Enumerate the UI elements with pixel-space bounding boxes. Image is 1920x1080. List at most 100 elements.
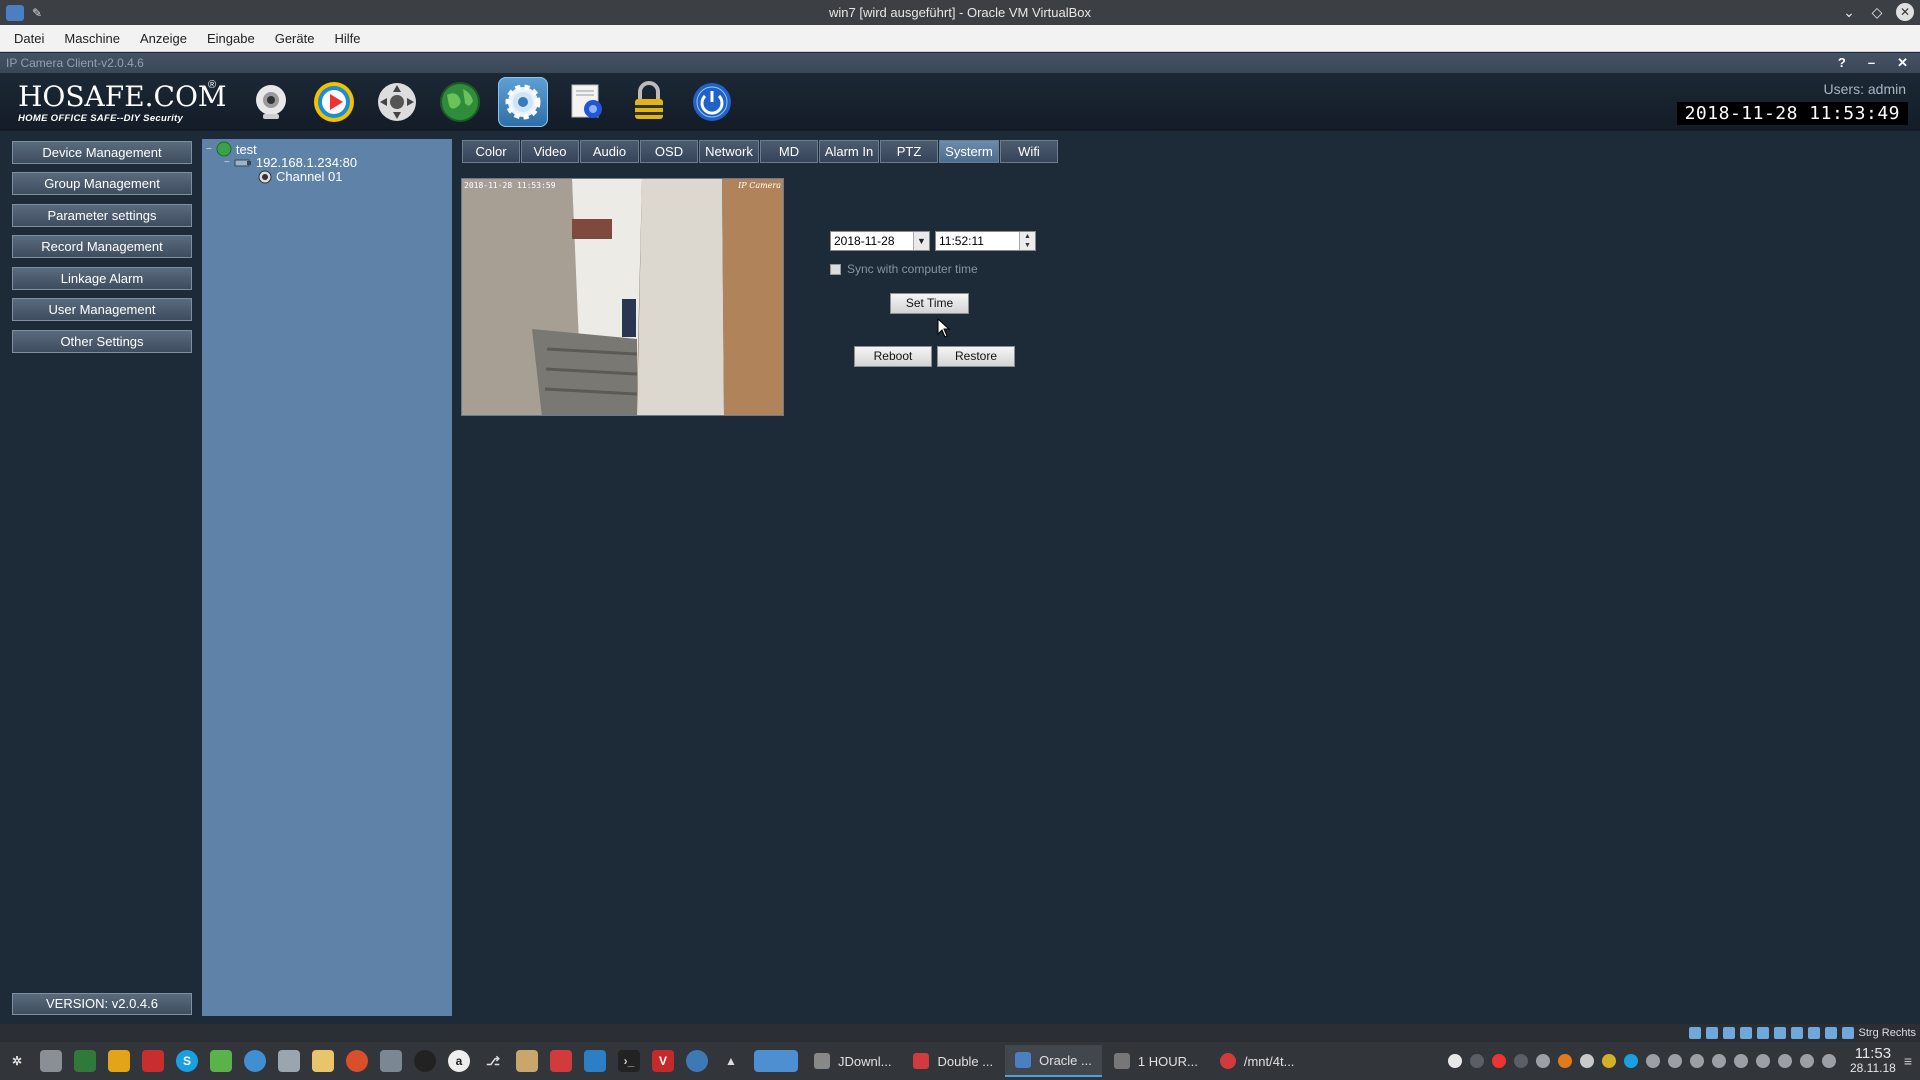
camera-preview[interactable]: 2018-11-28 11:53:59 IP Camera [461, 178, 784, 416]
help-button[interactable]: ? [1838, 53, 1846, 73]
pause-icon[interactable] [1536, 1054, 1550, 1068]
tab-video[interactable]: Video [521, 140, 579, 163]
tree-channel-node[interactable]: Channel 01 [258, 169, 343, 184]
network-adapter-icon[interactable] [1739, 1027, 1752, 1039]
monitor-icon[interactable] [584, 1050, 606, 1072]
tab-network[interactable]: Network [699, 140, 759, 163]
mail-icon[interactable] [312, 1050, 334, 1072]
display-tray-icon[interactable] [1690, 1054, 1704, 1068]
media-player-icon[interactable] [346, 1050, 368, 1072]
record-icon[interactable] [561, 77, 611, 127]
tab-system[interactable]: Systerm [939, 140, 999, 163]
notification-bell-icon[interactable] [1580, 1054, 1594, 1068]
hdd-icon[interactable] [1688, 1027, 1701, 1039]
system-clock[interactable]: 11:53 28.11.18 [1850, 1046, 1896, 1076]
clipboard-icon[interactable] [1514, 1054, 1528, 1068]
amazon-icon[interactable]: a [448, 1050, 470, 1072]
workspace-pager-icon[interactable] [754, 1050, 798, 1072]
menu-icon[interactable]: ≡ [1904, 1053, 1912, 1069]
maximize-icon[interactable]: ◇ [1868, 3, 1886, 21]
display-icon[interactable] [1790, 1027, 1803, 1039]
terminal-icon[interactable]: ›_ [618, 1050, 640, 1072]
network-globe-icon[interactable] [435, 77, 485, 127]
minimize-icon[interactable]: ⌄ [1840, 3, 1858, 21]
menu-geraete[interactable]: Geräte [265, 31, 325, 46]
task-oracle-virtualbox[interactable]: Oracle ... [1005, 1045, 1102, 1077]
info-icon[interactable] [1470, 1054, 1484, 1068]
menu-eingabe[interactable]: Eingabe [197, 31, 265, 46]
date-picker[interactable]: 2018-11-28 ▼ [830, 231, 930, 251]
nav-record-management[interactable]: Record Management [12, 235, 192, 258]
menu-anzeige[interactable]: Anzeige [130, 31, 197, 46]
lock-icon[interactable] [624, 77, 674, 127]
audio-device-icon[interactable] [1722, 1027, 1735, 1039]
tree-device-node[interactable]: − 192.168.1.234:80 [224, 155, 357, 170]
cpu-icon[interactable] [1824, 1027, 1837, 1039]
speaker-icon[interactable] [1756, 1054, 1770, 1068]
playback-icon[interactable] [309, 77, 359, 127]
nav-group-management[interactable]: Group Management [12, 172, 192, 195]
gamepad-icon[interactable] [1646, 1054, 1660, 1068]
collapse-icon[interactable]: − [206, 144, 212, 155]
volume-icon[interactable] [1668, 1054, 1682, 1068]
task-1-hour[interactable]: 1 HOUR... [1104, 1045, 1208, 1077]
davinci-icon[interactable] [414, 1050, 436, 1072]
capture-icon[interactable] [1807, 1027, 1820, 1039]
clipboard-tray-icon[interactable] [1712, 1054, 1726, 1068]
tab-wifi[interactable]: Wifi [1000, 140, 1058, 163]
keyboard-icon[interactable] [1734, 1054, 1748, 1068]
network-tray-icon[interactable] [1822, 1054, 1836, 1068]
nav-device-management[interactable]: Device Management [12, 141, 192, 164]
time-stepper[interactable]: 11:52:11 ▲ ▼ [935, 231, 1036, 251]
collapse-icon[interactable]: − [224, 157, 230, 168]
app-launcher-icon[interactable]: ✲ [6, 1050, 28, 1072]
restore-button[interactable]: Restore [937, 346, 1015, 367]
app-minimize-button[interactable]: – [1868, 53, 1875, 73]
browser-globe-icon[interactable] [244, 1050, 266, 1072]
skype-tray-icon[interactable] [1624, 1054, 1638, 1068]
task-mnt[interactable]: /mnt/4t... [1210, 1045, 1305, 1077]
menu-maschine[interactable]: Maschine [54, 31, 130, 46]
ptz-control-icon[interactable] [372, 77, 422, 127]
spinner-arrows-icon[interactable]: ▲ ▼ [1019, 232, 1035, 250]
headphones-icon[interactable] [278, 1050, 300, 1072]
tab-osd[interactable]: OSD [640, 140, 698, 163]
menu-datei[interactable]: Datei [4, 31, 54, 46]
usb-tool-icon[interactable]: ⎇ [482, 1050, 504, 1072]
task-jdownloader[interactable]: JDownl... [804, 1045, 901, 1077]
pin-icon[interactable]: ✎ [32, 6, 42, 20]
nav-other-settings[interactable]: Other Settings [12, 330, 192, 353]
shared-folder-icon[interactable] [1773, 1027, 1786, 1039]
usb-tray-icon[interactable] [1778, 1054, 1792, 1068]
sync-option[interactable]: Sync with computer time [830, 262, 978, 276]
power-icon[interactable] [687, 77, 737, 127]
tab-ptz[interactable]: PTZ [880, 140, 938, 163]
task-double-commander[interactable]: Double ... [903, 1045, 1003, 1077]
game-icon[interactable] [210, 1050, 232, 1072]
double-commander-icon[interactable] [550, 1050, 572, 1072]
sync-checkbox[interactable] [830, 263, 841, 275]
skype-icon[interactable]: S [176, 1050, 198, 1072]
bulb-icon[interactable] [1448, 1054, 1462, 1068]
tab-md[interactable]: MD [760, 140, 818, 163]
live-view-camera-icon[interactable] [246, 77, 296, 127]
vivaldi-icon[interactable]: V [652, 1050, 674, 1072]
notes-icon[interactable] [516, 1050, 538, 1072]
chevron-up-icon[interactable]: ▲ [720, 1050, 742, 1072]
gpu-icon[interactable] [1602, 1054, 1616, 1068]
chrome-icon[interactable] [686, 1050, 708, 1072]
menu-hilfe[interactable]: Hilfe [324, 31, 370, 46]
settings-gear-icon[interactable] [498, 77, 548, 127]
record-status-icon[interactable] [1492, 1054, 1506, 1068]
archive-icon[interactable] [108, 1050, 130, 1072]
video-editor-icon[interactable] [380, 1050, 402, 1072]
tab-color[interactable]: Color [462, 140, 520, 163]
blocker-icon[interactable] [1558, 1054, 1572, 1068]
nav-linkage-alarm[interactable]: Linkage Alarm [12, 267, 192, 290]
reboot-button[interactable]: Reboot [854, 346, 932, 367]
nav-user-management[interactable]: User Management [12, 298, 192, 321]
nav-parameter-settings[interactable]: Parameter settings [12, 204, 192, 227]
calculator-icon[interactable] [74, 1050, 96, 1072]
usb-icon[interactable] [1756, 1027, 1769, 1039]
mouse-integration-icon[interactable] [1841, 1027, 1854, 1039]
